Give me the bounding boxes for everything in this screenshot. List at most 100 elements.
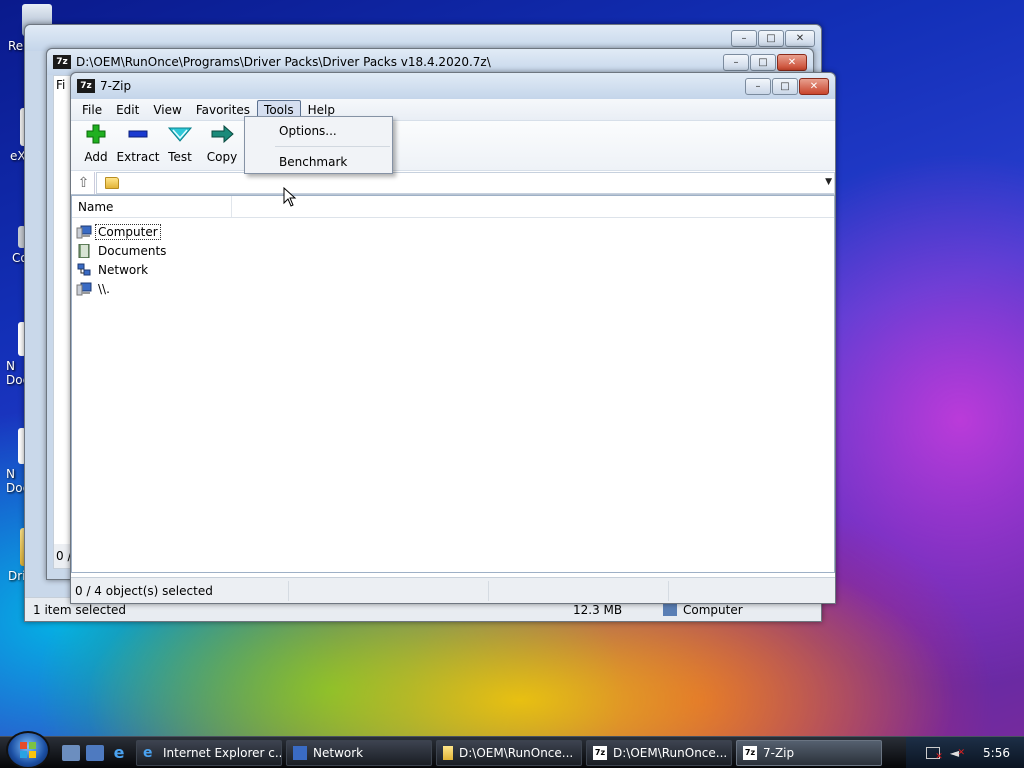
up-folder-button[interactable]: ⇧ — [73, 171, 95, 194]
7zip-icon: 7z — [77, 79, 95, 93]
network-status-icon[interactable]: ✕ — [925, 746, 943, 762]
menu-file[interactable]: File — [75, 100, 109, 120]
switch-windows-icon[interactable] — [86, 744, 104, 761]
minimize-icon[interactable]: – — [731, 29, 757, 47]
minimize-icon[interactable]: – — [723, 53, 749, 71]
minimize-icon[interactable]: – — [745, 77, 771, 95]
address-input[interactable]: ▼ — [96, 171, 835, 194]
back-window-status-text: 1 item selected — [33, 602, 127, 617]
menu-item-benchmark[interactable]: Benchmark — [245, 148, 392, 176]
status-selection: 0 / 4 object(s) selected — [71, 580, 289, 601]
taskbar-button-internet-explorer[interactable]: e Internet Explorer c... — [136, 739, 282, 766]
system-tray: ✕ ◄ ✕ 5:56 — [905, 736, 1024, 768]
back-window-status-size: 12.3 MB — [573, 602, 623, 617]
menu-item-options[interactable]: Options... — [245, 117, 392, 145]
extract-icon — [128, 130, 148, 138]
extract-button-label: Extract — [116, 150, 160, 164]
network-icon — [293, 745, 307, 760]
address-bar: ⇧ ▼ — [71, 171, 835, 195]
taskbar: e e Internet Explorer c... Network D:\OE… — [0, 730, 1024, 768]
archive-window-caption-buttons: – □ ✕ — [723, 53, 807, 71]
close-icon[interactable]: ✕ — [777, 53, 807, 71]
menu-separator — [275, 146, 390, 147]
list-item-unc-root[interactable]: \\. — [76, 279, 834, 298]
copy-icon — [211, 124, 234, 144]
internet-explorer-icon: e — [143, 744, 153, 761]
list-item-label: Computer — [95, 223, 161, 240]
extract-button[interactable]: Extract — [116, 124, 160, 164]
toolbar: Add Extract Test Copy — [71, 121, 835, 171]
menu-edit[interactable]: Edit — [109, 100, 146, 120]
maximize-icon[interactable]: □ — [772, 77, 798, 95]
up-arrow-icon: ⇧ — [77, 174, 90, 191]
clock[interactable]: 5:56 — [983, 746, 1010, 760]
zip-window-client: File Edit View Favorites Tools Help Add … — [71, 99, 835, 603]
taskbar-button-label: Internet Explorer c... — [163, 745, 282, 760]
taskbar-button-label: Network — [313, 745, 364, 760]
archive-window-title: D:\OEM\RunOnce\Programs\Driver Packs\Dri… — [76, 55, 491, 69]
documents-icon — [78, 243, 90, 258]
taskbar-button-folder[interactable]: D:\OEM\RunOnce... — [436, 739, 582, 766]
taskbar-button-label: D:\OEM\RunOnce... — [613, 745, 728, 760]
status-cell-2 — [289, 580, 489, 601]
test-button[interactable]: Test — [159, 124, 201, 164]
list-header: Name — [72, 196, 834, 218]
windows-logo-icon — [20, 741, 36, 758]
list-item-computer[interactable]: Computer — [76, 222, 834, 241]
taskbar-button-archive[interactable]: 7z D:\OEM\RunOnce... — [586, 739, 732, 766]
show-desktop-icon[interactable] — [62, 744, 80, 761]
maximize-icon[interactable]: □ — [758, 29, 784, 47]
add-button[interactable]: Add — [75, 124, 117, 164]
internet-explorer-icon[interactable]: e — [110, 744, 128, 761]
zip-window-title: 7-Zip — [100, 79, 132, 93]
computer-icon — [663, 603, 677, 616]
copy-button[interactable]: Copy — [201, 124, 243, 164]
folder-icon — [105, 176, 119, 189]
list-item-label: Documents — [98, 243, 167, 258]
close-icon[interactable]: ✕ — [799, 77, 829, 95]
taskbar-button-7zip[interactable]: 7z 7-Zip — [736, 739, 882, 766]
maximize-icon[interactable]: □ — [750, 53, 776, 71]
copy-button-label: Copy — [206, 150, 238, 164]
tools-menu: Options... Benchmark — [244, 116, 393, 174]
taskbar-button-network[interactable]: Network — [286, 739, 432, 766]
list-rows: Computer Documents Network \\. — [72, 218, 834, 298]
zip-window-titlebar[interactable]: 7z 7-Zip – □ ✕ — [71, 73, 835, 99]
taskbar-button-label: D:\OEM\RunOnce... — [459, 745, 574, 760]
computer-icon — [76, 225, 92, 238]
start-button[interactable] — [6, 730, 50, 768]
volume-muted-icon[interactable]: ◄ ✕ — [950, 746, 965, 760]
list-item-documents[interactable]: Documents — [76, 241, 834, 260]
zip-window[interactable]: 7z 7-Zip – □ ✕ File Edit View Favorites … — [70, 72, 836, 604]
add-icon — [86, 124, 106, 144]
computer-icon — [76, 282, 92, 295]
test-button-label: Test — [168, 150, 192, 164]
add-button-label: Add — [84, 150, 108, 164]
back-window-location-label: Computer — [683, 602, 743, 617]
desktop-icon-label: Re — [8, 39, 24, 53]
mouse-cursor-icon — [283, 187, 297, 207]
7zip-icon: 7z — [743, 745, 757, 760]
desktop-icon-label: Dri — [8, 569, 26, 583]
folder-icon — [443, 745, 453, 760]
quick-launch: e — [62, 744, 128, 761]
file-list[interactable]: Name Computer Documents Network \\. — [71, 195, 835, 573]
status-cell-3 — [489, 580, 669, 601]
7zip-icon: 7z — [593, 745, 607, 760]
column-header-name[interactable]: Name — [72, 196, 232, 217]
close-icon[interactable]: ✕ — [785, 29, 815, 47]
list-item-label: Network — [98, 262, 149, 277]
list-item-network[interactable]: Network — [76, 260, 834, 279]
network-icon — [77, 263, 91, 275]
taskbar-button-label: 7-Zip — [763, 745, 795, 760]
zip-window-caption-buttons: – □ ✕ — [745, 77, 829, 95]
dropdown-arrow-icon[interactable]: ▼ — [825, 177, 832, 187]
menu-view[interactable]: View — [146, 100, 188, 120]
menu-bar: File Edit View Favorites Tools Help — [71, 99, 835, 121]
status-bar: 0 / 4 object(s) selected — [71, 577, 835, 603]
back-window-caption-buttons: – □ ✕ — [731, 29, 815, 47]
back-window-status-location: Computer — [653, 603, 743, 617]
test-icon — [168, 127, 192, 142]
list-item-label: \\. — [98, 281, 110, 296]
7zip-icon: 7z — [53, 55, 71, 69]
